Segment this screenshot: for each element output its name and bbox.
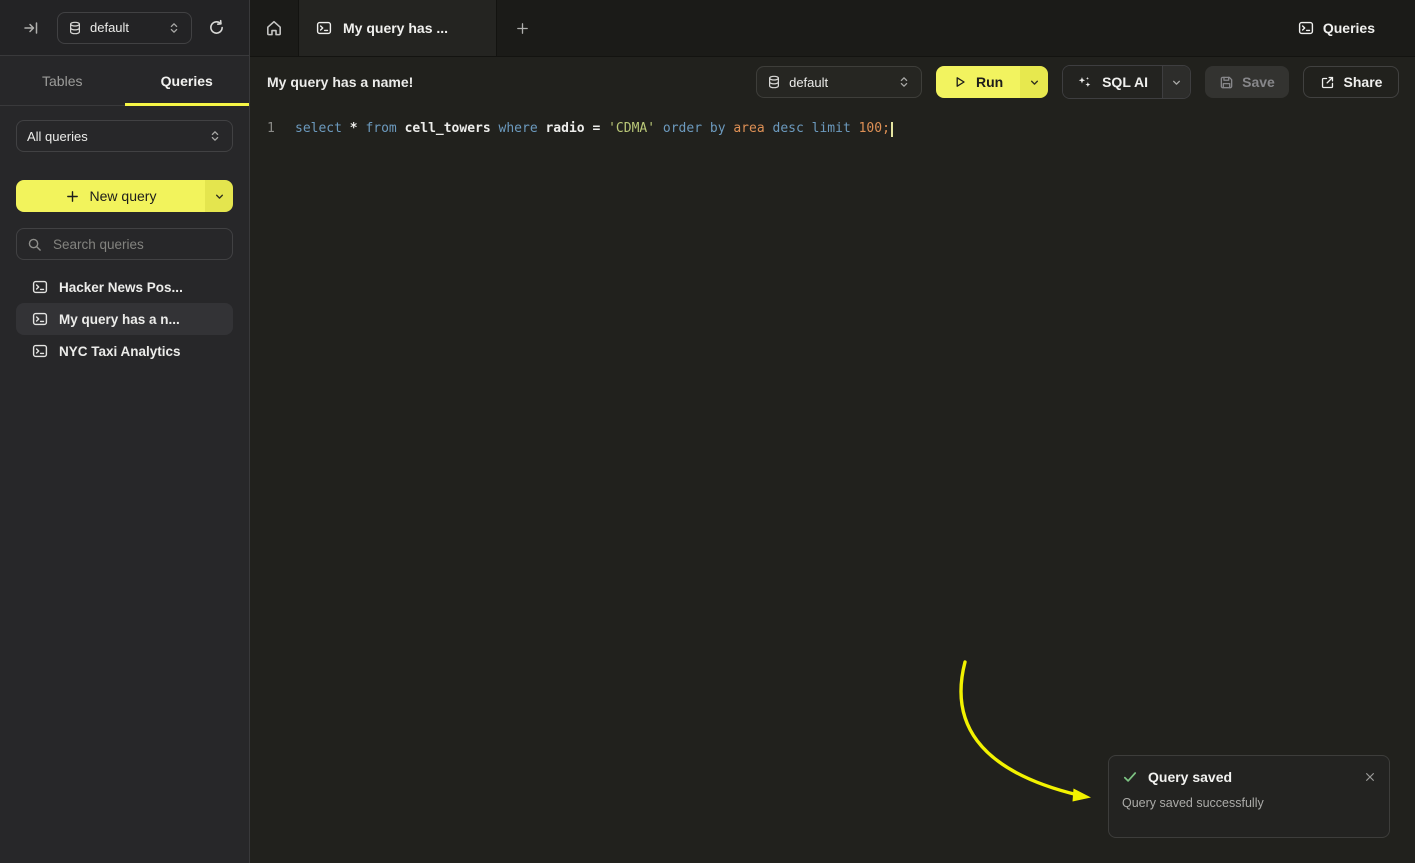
- line-number: 1: [250, 120, 277, 138]
- new-query-split-button: New query: [16, 180, 233, 212]
- query-item-label: NYC Taxi Analytics: [59, 344, 181, 359]
- chevron-down-icon: [1170, 76, 1183, 89]
- collapse-sidebar-button[interactable]: [23, 20, 39, 36]
- database-selector[interactable]: default: [57, 12, 192, 44]
- chevron-down-icon: [213, 190, 226, 203]
- share-label: Share: [1344, 74, 1383, 90]
- sidebar: default Tables Queries All queries: [0, 0, 250, 863]
- refresh-icon: [208, 19, 225, 36]
- terminal-icon: [32, 279, 48, 295]
- chevron-up-down-icon: [167, 21, 181, 35]
- toast-title: Query saved: [1148, 769, 1232, 785]
- run-button[interactable]: Run: [936, 66, 1020, 98]
- toast-query-saved: Query saved Query saved successfully: [1108, 755, 1390, 838]
- save-button[interactable]: Save: [1205, 66, 1289, 98]
- code-line-content: select * from cell_towers where radio = …: [295, 120, 890, 138]
- sql-ai-split-button: SQL AI: [1062, 65, 1191, 99]
- terminal-icon: [32, 311, 48, 327]
- active-tab-underline: [125, 103, 250, 106]
- queries-indicator[interactable]: Queries: [1298, 0, 1415, 56]
- editor-tab[interactable]: My query has ...: [298, 0, 497, 56]
- database-selector-value: default: [90, 20, 129, 35]
- app-root: default Tables Queries All queries: [0, 0, 1415, 863]
- header-database-value: default: [789, 75, 828, 90]
- sidebar-header: default: [0, 0, 249, 56]
- tab-tables[interactable]: Tables: [0, 56, 125, 105]
- query-item-label: My query has a n...: [59, 312, 180, 327]
- database-icon: [68, 21, 82, 35]
- chevron-up-down-icon: [897, 75, 911, 89]
- sql-editor[interactable]: 1 select * from cell_towers where radio …: [250, 107, 1415, 863]
- tab-tables-label: Tables: [42, 73, 82, 89]
- queries-filter-value: All queries: [27, 129, 88, 144]
- database-icon: [767, 75, 781, 89]
- queries-filter-select[interactable]: All queries: [16, 120, 233, 152]
- search-queries-input[interactable]: [51, 236, 222, 253]
- chevron-down-icon: [1028, 76, 1041, 89]
- main-area: My query has ... Queries My query has a …: [250, 0, 1415, 863]
- tab-queries[interactable]: Queries: [125, 56, 250, 105]
- query-list-item-hacker-news[interactable]: Hacker News Pos...: [16, 271, 233, 303]
- sql-ai-label: SQL AI: [1102, 74, 1148, 90]
- sql-ai-dropdown-button[interactable]: [1162, 66, 1190, 98]
- play-icon: [953, 75, 967, 89]
- sidebar-tabs: Tables Queries: [0, 56, 249, 106]
- close-icon: [1364, 771, 1376, 783]
- save-label: Save: [1242, 74, 1275, 90]
- search-icon: [27, 237, 42, 252]
- run-label: Run: [976, 74, 1003, 90]
- home-button[interactable]: [250, 0, 298, 56]
- home-icon: [265, 19, 283, 37]
- query-title: My query has a name!: [267, 74, 413, 90]
- close-toast-button[interactable]: [1364, 771, 1376, 783]
- tab-strip: My query has ... Queries: [250, 0, 1415, 57]
- chevron-up-down-icon: [208, 129, 222, 143]
- code-line: 1 select * from cell_towers where radio …: [250, 120, 1415, 138]
- sql-ai-button[interactable]: SQL AI: [1063, 66, 1162, 98]
- header-actions: default Run SQL AI: [756, 65, 1400, 99]
- query-item-label: Hacker News Pos...: [59, 280, 183, 295]
- check-icon: [1122, 769, 1138, 785]
- new-query-label: New query: [90, 188, 157, 204]
- query-list-item-nyc-taxi[interactable]: NYC Taxi Analytics: [16, 335, 233, 367]
- share-icon: [1320, 75, 1335, 90]
- query-list-item-selected[interactable]: My query has a n...: [16, 303, 233, 335]
- run-dropdown-button[interactable]: [1020, 66, 1048, 98]
- new-query-dropdown-button[interactable]: [205, 180, 233, 212]
- sidebar-body: All queries New query Hacker N: [0, 106, 249, 367]
- sparkles-icon: [1077, 75, 1092, 90]
- terminal-icon: [316, 20, 332, 36]
- text-cursor: [891, 122, 893, 137]
- queries-indicator-label: Queries: [1323, 20, 1375, 36]
- toast-header: Query saved: [1122, 769, 1376, 785]
- share-button[interactable]: Share: [1303, 66, 1399, 98]
- refresh-button[interactable]: [208, 19, 225, 36]
- query-list: Hacker News Pos... My query has a n... N…: [16, 271, 233, 367]
- sidebar-toggle-icon: [23, 20, 39, 36]
- new-tab-button[interactable]: [497, 0, 547, 56]
- header-database-selector[interactable]: default: [756, 66, 922, 98]
- run-split-button: Run: [936, 66, 1048, 98]
- plus-icon: [65, 189, 80, 204]
- plus-icon: [515, 21, 530, 36]
- search-queries-box[interactable]: [16, 228, 233, 260]
- editor-header: My query has a name! default Run: [250, 57, 1415, 107]
- editor-tab-label: My query has ...: [343, 20, 448, 36]
- terminal-icon: [32, 343, 48, 359]
- save-icon: [1219, 75, 1234, 90]
- terminal-icon: [1298, 20, 1314, 36]
- toast-message: Query saved successfully: [1122, 796, 1376, 810]
- tab-queries-label: Queries: [161, 73, 213, 89]
- new-query-button[interactable]: New query: [16, 180, 205, 212]
